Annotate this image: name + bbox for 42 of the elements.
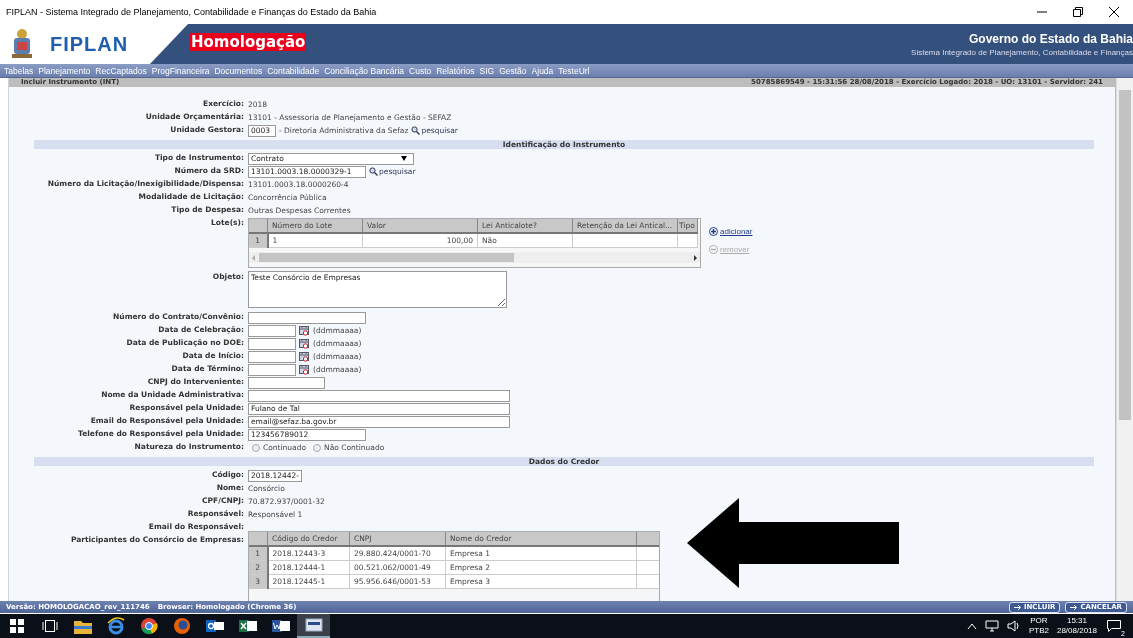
column-header [636, 532, 659, 546]
vertical-scrollbar[interactable] [1116, 78, 1133, 601]
input-field[interactable] [248, 337, 296, 350]
clock-time[interactable]: 15:31 [1066, 616, 1087, 626]
window-title: FIPLAN - Sistema Integrado de Planejamento, Contabilidade e Finanças do Estado da Bahia [6, 7, 377, 17]
input-field[interactable] [248, 376, 325, 389]
grid-corner [249, 219, 268, 233]
minus-icon [709, 245, 718, 254]
input-field[interactable] [248, 324, 296, 337]
system-subtitle: Sistema Integrado de Planejamento, Contabilidade e Finanças [911, 47, 1133, 57]
fiplan-logo: FIPLAN [50, 32, 129, 56]
app-window-icon[interactable] [297, 614, 330, 638]
radio-button[interactable] [313, 443, 322, 452]
input-field[interactable] [248, 363, 296, 376]
radio-button[interactable] [252, 443, 260, 452]
plus-icon [709, 227, 718, 236]
organization-name: Governo do Estado da Bahia [968, 31, 1133, 46]
language-indicator[interactable]: POR [1030, 616, 1048, 626]
add-link[interactable]: adicionar [720, 225, 753, 238]
input-field[interactable] [248, 389, 510, 402]
calendar-icon[interactable] [299, 364, 310, 375]
horizontal-scrollbar[interactable] [249, 252, 700, 263]
clock-date[interactable]: 28/08/2018 [1056, 626, 1097, 636]
arrow-icon [1070, 603, 1079, 611]
chevron-up-icon[interactable] [966, 622, 977, 630]
calendar-icon[interactable] [299, 338, 310, 349]
calendar-icon[interactable] [299, 325, 310, 336]
close-icon[interactable] [1109, 7, 1119, 17]
calendar-icon[interactable] [299, 351, 310, 362]
search-icon [411, 126, 421, 135]
table-cell [677, 233, 698, 248]
input-field[interactable] [248, 311, 366, 324]
restore-icon[interactable] [1073, 7, 1083, 17]
speaker-icon[interactable] [1006, 620, 1021, 632]
coat-of-arms-icon [10, 28, 34, 60]
network-icon[interactable] [984, 620, 999, 632]
environment-label: Homologação [190, 33, 307, 51]
input-field[interactable] [248, 350, 296, 363]
search-icon [369, 167, 378, 176]
arrow-icon [1013, 603, 1022, 611]
grid-corner [249, 532, 268, 546]
keyboard-layout[interactable]: PTB2 [1028, 626, 1049, 636]
